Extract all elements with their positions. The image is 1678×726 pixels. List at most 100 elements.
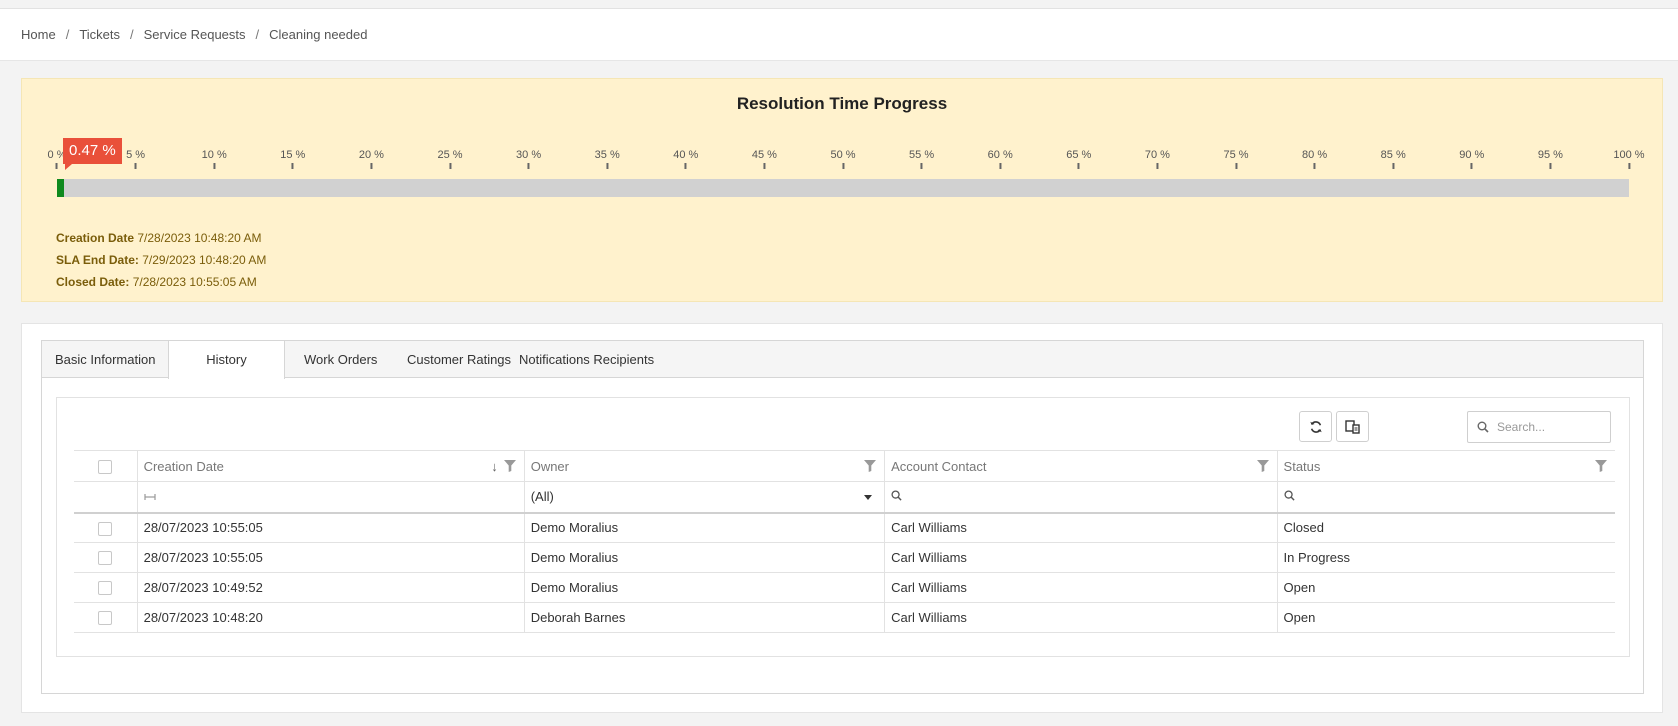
column-header-creation-date[interactable]: Creation Date ↓: [136, 450, 525, 482]
top-bar: [0, 0, 1678, 9]
scale-tick: 35 %: [595, 149, 620, 169]
scale-tick-mark: [213, 163, 216, 169]
scale-tick-mark: [527, 163, 530, 169]
filter-icon[interactable]: [503, 460, 516, 472]
status-filter[interactable]: [1276, 481, 1615, 514]
search-icon: [1477, 421, 1489, 433]
breadcrumb-current: Cleaning needed: [269, 27, 368, 42]
scale-tick: 95 %: [1538, 149, 1563, 169]
scale-tick: 5 %: [126, 149, 145, 169]
creation-date-label: Creation Date: [56, 231, 135, 245]
search-input[interactable]: [1497, 420, 1607, 434]
history-grid: Creation Date ↓ Owner Account Contact: [56, 397, 1630, 657]
table-row[interactable]: 28/07/2023 10:55:05 Demo Moralius Carl W…: [74, 512, 1615, 543]
row-checkbox[interactable]: [98, 611, 113, 626]
scale-tick: 75 %: [1223, 149, 1249, 169]
scale-tick-mark: [1234, 163, 1237, 169]
tabs-container: Basic Information History Work Orders Cu…: [41, 340, 1644, 694]
scale-tick-label: 90 %: [1459, 149, 1485, 161]
creation-date-cell: 28/07/2023 10:55:05: [136, 512, 525, 543]
breadcrumb-home[interactable]: Home: [21, 27, 56, 42]
scale-tick-mark: [448, 163, 451, 169]
owner-link[interactable]: Demo Moralius: [523, 572, 885, 603]
breadcrumb-service-requests[interactable]: Service Requests: [144, 27, 246, 42]
status-cell: Open: [1276, 572, 1615, 603]
creation-date-cell: 28/07/2023 10:55:05: [136, 542, 525, 573]
column-header-owner[interactable]: Owner: [523, 450, 885, 482]
scale-tick-label: 50 %: [830, 149, 856, 161]
scale-tick: 15 %: [280, 149, 305, 169]
owner-filter-select[interactable]: (All): [523, 481, 885, 514]
scale-tick-label: 85 %: [1380, 149, 1406, 161]
scale-tick: 65 %: [1066, 149, 1091, 169]
tab-notifications-recipients[interactable]: Notifications Recipients: [519, 341, 654, 378]
date-range-filter[interactable]: [136, 481, 525, 514]
filter-icon[interactable]: [1256, 460, 1269, 472]
progress-badge: 0.47 %: [63, 138, 122, 170]
scale-tick-mark: [999, 163, 1002, 169]
table-row[interactable]: 28/07/2023 10:48:20 Deborah Barnes Carl …: [74, 602, 1615, 633]
scale-tick-mark: [1077, 163, 1080, 169]
row-checkbox[interactable]: [98, 581, 113, 596]
scale-tick-label: 75 %: [1223, 149, 1249, 161]
scale-tick-label: 45 %: [751, 149, 777, 161]
refresh-button[interactable]: [1299, 411, 1332, 442]
row-select-cell: [74, 602, 138, 633]
owner-link[interactable]: Deborah Barnes: [523, 602, 885, 633]
column-header-account-contact[interactable]: Account Contact: [884, 450, 1278, 482]
owner-filter-value: (All): [530, 489, 554, 505]
history-table: Creation Date ↓ Owner Account Contact St…: [74, 450, 1615, 633]
scale-tick: 85 %: [1381, 149, 1406, 169]
breadcrumb: Home / Tickets / Service Requests / Clea…: [0, 9, 1678, 61]
column-chooser-icon: [1344, 419, 1360, 434]
scale-tick: 20 %: [359, 149, 384, 169]
breadcrumb-separator: /: [255, 27, 260, 42]
owner-link[interactable]: Demo Moralius: [523, 542, 885, 573]
refresh-icon: [1309, 420, 1322, 433]
scale-tick: 45 %: [752, 149, 777, 169]
scale-tick: 60 %: [988, 149, 1013, 169]
sla-end-date-value: 7/29/2023 10:48:20 AM: [142, 253, 267, 267]
filter-cell-empty: [74, 481, 138, 514]
grid-search[interactable]: [1467, 411, 1611, 443]
table-row[interactable]: 28/07/2023 10:49:52 Demo Moralius Carl W…: [74, 572, 1615, 603]
owner-link[interactable]: Demo Moralius: [523, 512, 885, 543]
scale-tick: 30 %: [516, 149, 541, 169]
account-contact-filter[interactable]: [884, 481, 1278, 514]
scale-tick: 90 %: [1459, 149, 1484, 169]
scale-tick-mark: [1392, 163, 1395, 169]
select-all-checkbox[interactable]: [98, 459, 113, 474]
creation-date-cell: 28/07/2023 10:48:20: [136, 602, 525, 633]
table-row[interactable]: 28/07/2023 10:55:05 Demo Moralius Carl W…: [74, 542, 1615, 573]
search-icon: [891, 490, 902, 501]
status-cell: Closed: [1276, 512, 1615, 543]
scale-tick: 50 %: [830, 149, 856, 169]
sort-descending-icon[interactable]: ↓: [491, 459, 498, 474]
closed-date-line: Closed Date: 7/28/2023 10:55:05 AM: [56, 271, 266, 293]
scale-tick-mark: [606, 163, 609, 169]
account-contact-cell: Carl Williams: [884, 572, 1278, 603]
tab-history[interactable]: History: [168, 341, 285, 379]
account-contact-cell: Carl Williams: [884, 512, 1278, 543]
tab-basic-information[interactable]: Basic Information: [42, 341, 168, 378]
closed-date-label: Closed Date:: [56, 275, 130, 289]
row-checkbox[interactable]: [98, 551, 113, 566]
scale-tick-label: 80 %: [1302, 149, 1328, 161]
date-range-icon: [143, 494, 156, 501]
filter-icon[interactable]: [1595, 460, 1607, 472]
row-checkbox[interactable]: [98, 521, 113, 536]
sla-end-date-label: SLA End Date:: [56, 253, 139, 267]
column-header-label: Owner: [530, 458, 569, 474]
column-header-status[interactable]: Status: [1276, 450, 1615, 482]
tab-customer-ratings[interactable]: Customer Ratings: [407, 341, 511, 378]
scale-tick-mark: [920, 163, 923, 169]
tab-work-orders[interactable]: Work Orders: [304, 341, 377, 378]
filter-icon[interactable]: [864, 460, 877, 472]
breadcrumb-tickets[interactable]: Tickets: [79, 27, 120, 42]
scale-tick-label: 10 %: [201, 149, 227, 161]
sla-progress-panel: Resolution Time Progress 0 % 5 % 10 % 15 % 2…: [21, 78, 1663, 302]
column-chooser-button[interactable]: [1336, 411, 1369, 442]
sla-title: Resolution Time Progress: [736, 94, 948, 113]
scale-tick-label: 20 %: [358, 149, 384, 161]
scale-tick-label: 40 %: [673, 149, 699, 161]
